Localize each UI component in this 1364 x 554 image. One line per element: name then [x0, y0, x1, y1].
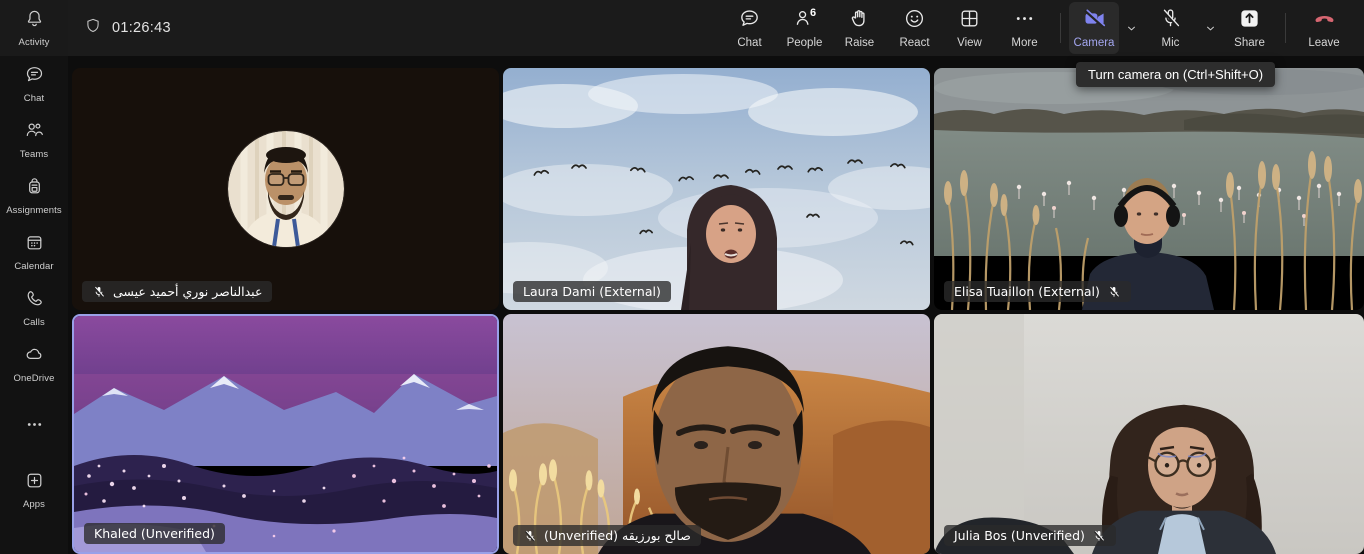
participant-name-pill: Khaled (Unverified) [84, 523, 225, 544]
mic-options-chevron[interactable] [1198, 2, 1222, 54]
sidebar-more-apps-button[interactable] [0, 406, 68, 448]
participant-tile-khaled[interactable]: Khaled (Unverified) [72, 314, 499, 554]
raise-hand-button[interactable]: Raise [832, 2, 887, 54]
camera-options-chevron[interactable] [1119, 2, 1143, 54]
participant-name: Julia Bos (Unverified) [954, 528, 1085, 543]
sidebar-label: Calendar [14, 261, 53, 272]
virtual-background-sky-birds [503, 68, 930, 310]
people-button-label: People [787, 37, 823, 49]
participant-tile-saleh[interactable]: صالح بورزيقه (Unverified) [503, 314, 930, 554]
sidebar-item-calls[interactable]: Calls [0, 280, 68, 336]
apps-plus-icon [24, 470, 45, 496]
participant-name-pill: Elisa Tuaillon (External) [944, 281, 1131, 302]
ellipsis-icon [1013, 7, 1036, 35]
hangup-phone-icon [1313, 7, 1336, 35]
sidebar-item-assignments[interactable]: Assignments [0, 168, 68, 224]
meeting-timer: 01:26:43 [112, 20, 171, 36]
participant-name: Elisa Tuaillon (External) [954, 284, 1100, 299]
camera-tooltip: Turn camera on (Ctrl+Shift+O) [1076, 62, 1275, 87]
participant-name-pill: Laura Dami (External) [513, 281, 671, 302]
more-button-label: More [1011, 37, 1037, 49]
participant-name-pill: عبدالناصر نوري أحميد عيسى [82, 281, 272, 302]
share-button[interactable]: Share [1222, 2, 1277, 54]
mic-toggle-button[interactable]: Mic [1143, 2, 1198, 54]
participant-name: Laura Dami (External) [523, 284, 661, 299]
chat-button-label: Chat [737, 37, 761, 49]
participant-name: صالح بورزيقه (Unverified) [544, 528, 691, 543]
participant-tile-laura[interactable]: Laura Dami (External) [503, 68, 930, 310]
share-screen-icon [1238, 7, 1261, 35]
participant-name-pill: صالح بورزيقه (Unverified) [513, 525, 701, 546]
meeting-toolbar: 01:26:43 Chat 6 People Raise React [68, 0, 1364, 56]
participant-name: عبدالناصر نوري أحميد عيسى [113, 284, 262, 299]
sidebar-item-onedrive[interactable]: OneDrive [0, 336, 68, 392]
video-background-grey-wall [934, 314, 1364, 554]
participant-tile-julia[interactable]: Julia Bos (Unverified) [934, 314, 1364, 554]
sidebar-label: Chat [24, 93, 44, 104]
sidebar-item-activity[interactable]: Activity [0, 0, 68, 56]
camera-toggle-button[interactable]: Camera [1069, 2, 1119, 54]
people-count-badge: 6 [810, 7, 816, 19]
mic-button-label: Mic [1162, 37, 1180, 49]
view-button[interactable]: View [942, 2, 997, 54]
sidebar-label: Apps [23, 499, 45, 510]
mic-muted-icon [1107, 285, 1121, 299]
teams-icon [24, 120, 45, 146]
camera-button-label: Camera [1074, 37, 1115, 49]
chat-bubble-icon [738, 7, 761, 35]
virtual-background-purple-mountains [74, 316, 497, 552]
backpack-icon [24, 176, 45, 202]
camera-off-icon [1083, 7, 1106, 35]
mic-muted-icon [1092, 529, 1106, 543]
leave-button-label: Leave [1308, 37, 1339, 49]
chevron-down-icon [1204, 22, 1217, 35]
grid-view-icon [958, 7, 981, 35]
chevron-down-icon [1125, 22, 1138, 35]
participant-name: Khaled (Unverified) [94, 526, 215, 541]
video-background-desert [503, 314, 930, 554]
participant-name-pill: Julia Bos (Unverified) [944, 525, 1116, 546]
people-button[interactable]: 6 People [777, 2, 832, 54]
share-button-label: Share [1234, 37, 1265, 49]
participant-tile-abdelnaser[interactable]: عبدالناصر نوري أحميد عيسى [72, 68, 499, 310]
calendar-icon [24, 232, 45, 258]
sidebar-label: OneDrive [14, 373, 55, 384]
shield-icon [84, 17, 102, 40]
mic-muted-icon [523, 529, 537, 543]
bell-icon [24, 8, 45, 34]
react-button[interactable]: React [887, 2, 942, 54]
mic-off-icon [1159, 7, 1182, 35]
raise-button-label: Raise [845, 37, 874, 49]
sidebar-label: Calls [23, 317, 45, 328]
meeting-info: 01:26:43 [84, 17, 171, 40]
teams-meeting-window: Activity Chat Teams Assignments Calendar… [0, 0, 1364, 554]
ellipsis-icon [24, 414, 45, 440]
cloud-icon [24, 344, 45, 370]
sidebar-item-apps[interactable]: Apps [0, 462, 68, 518]
sidebar-label: Teams [20, 149, 48, 160]
leave-button[interactable]: Leave [1294, 2, 1354, 54]
toolbar-separator [1060, 13, 1061, 43]
meeting-controls: Chat 6 People Raise React View More [722, 0, 1364, 56]
chat-button[interactable]: Chat [722, 2, 777, 54]
sidebar-label: Assignments [6, 205, 61, 216]
toolbar-separator [1285, 13, 1286, 43]
smiley-icon [903, 7, 926, 35]
participant-tile-elisa[interactable]: Elisa Tuaillon (External) [934, 68, 1364, 310]
video-grid: عبدالناصر نوري أحميد عيسى [68, 56, 1364, 554]
raised-hand-icon [848, 7, 871, 35]
view-button-label: View [957, 37, 982, 49]
avatar [228, 131, 344, 247]
video-background-flamingo-lake [934, 68, 1364, 310]
sidebar-item-teams[interactable]: Teams [0, 112, 68, 168]
sidebar-label: Activity [19, 37, 50, 48]
app-sidebar: Activity Chat Teams Assignments Calendar… [0, 0, 68, 554]
mic-muted-icon [92, 285, 106, 299]
chat-icon [24, 64, 45, 90]
react-button-label: React [899, 37, 929, 49]
more-button[interactable]: More [997, 2, 1052, 54]
sidebar-item-calendar[interactable]: Calendar [0, 224, 68, 280]
sidebar-item-chat[interactable]: Chat [0, 56, 68, 112]
phone-icon [24, 288, 45, 314]
